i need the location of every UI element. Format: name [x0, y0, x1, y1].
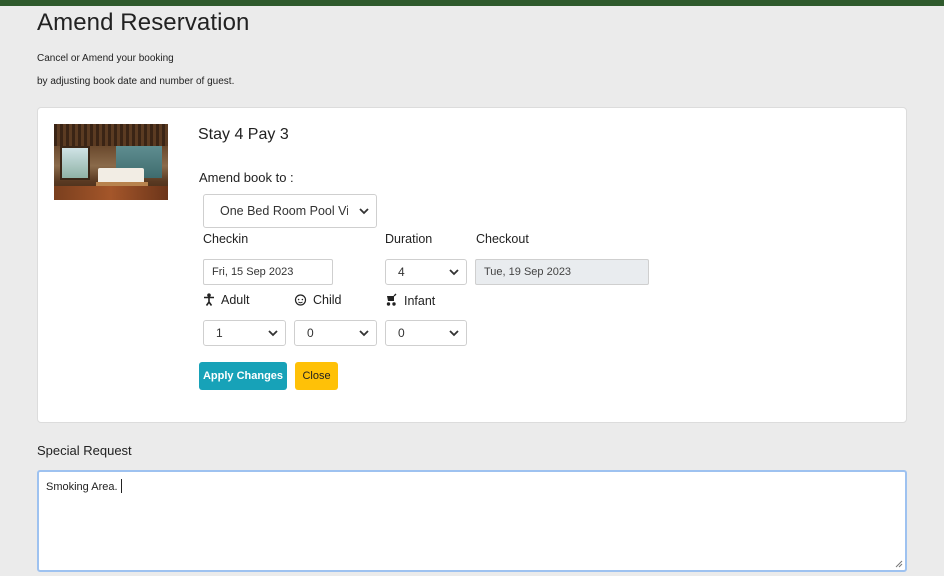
checkout-label: Checkout: [476, 232, 529, 246]
adult-label-group: Adult: [203, 293, 250, 307]
infant-label: Infant: [404, 294, 436, 308]
room-type-value: One Bed Room Pool Villa: [220, 204, 348, 218]
amend-book-label: Amend book to :: [199, 170, 294, 185]
page-subtitle-line-1: Cancel or Amend your booking: [37, 53, 174, 64]
child-label: Child: [313, 293, 342, 307]
apply-changes-button[interactable]: Apply Changes: [199, 362, 287, 390]
infant-count-select[interactable]: 0: [385, 320, 467, 346]
close-button[interactable]: Close: [295, 362, 338, 390]
stroller-icon: [386, 293, 397, 306]
child-label-group: Child: [294, 293, 342, 307]
duration-label: Duration: [385, 232, 433, 246]
page-title: Amend Reservation: [37, 9, 250, 36]
room-type-select[interactable]: One Bed Room Pool Villa: [203, 194, 377, 228]
resize-handle-icon[interactable]: [895, 560, 903, 568]
offer-title: Stay 4 Pay 3: [198, 126, 289, 143]
chevron-down-icon: [359, 330, 369, 337]
duration-select[interactable]: 4: [385, 259, 467, 285]
infant-label-group: Infant: [385, 293, 435, 308]
chevron-down-icon: [449, 269, 459, 276]
special-request-text: Smoking Area.: [46, 481, 118, 493]
child-count-select[interactable]: 0: [294, 320, 377, 346]
duration-value: 4: [398, 265, 405, 279]
person-icon: [204, 293, 214, 306]
checkout-date-field: Tue, 19 Sep 2023: [475, 259, 649, 285]
child-face-icon: [294, 294, 307, 306]
child-count-value: 0: [307, 326, 314, 340]
adult-label: Adult: [221, 293, 250, 307]
infant-count-value: 0: [398, 326, 405, 340]
top-bar: [0, 0, 944, 6]
checkin-label: Checkin: [203, 232, 249, 246]
special-request-textarea[interactable]: Smoking Area.: [37, 470, 907, 572]
page-subtitle-line-2: by adjusting book date and number of gue…: [37, 76, 235, 87]
chevron-down-icon: [268, 330, 278, 337]
adult-count-select[interactable]: 1: [203, 320, 286, 346]
room-photo: [54, 124, 168, 200]
chevron-down-icon: [359, 208, 369, 215]
adult-count-value: 1: [216, 326, 223, 340]
special-request-label: Special Request: [37, 443, 132, 458]
checkin-date-input[interactable]: Fri, 15 Sep 2023: [203, 259, 333, 285]
text-cursor: [120, 479, 122, 493]
chevron-down-icon: [449, 330, 459, 337]
